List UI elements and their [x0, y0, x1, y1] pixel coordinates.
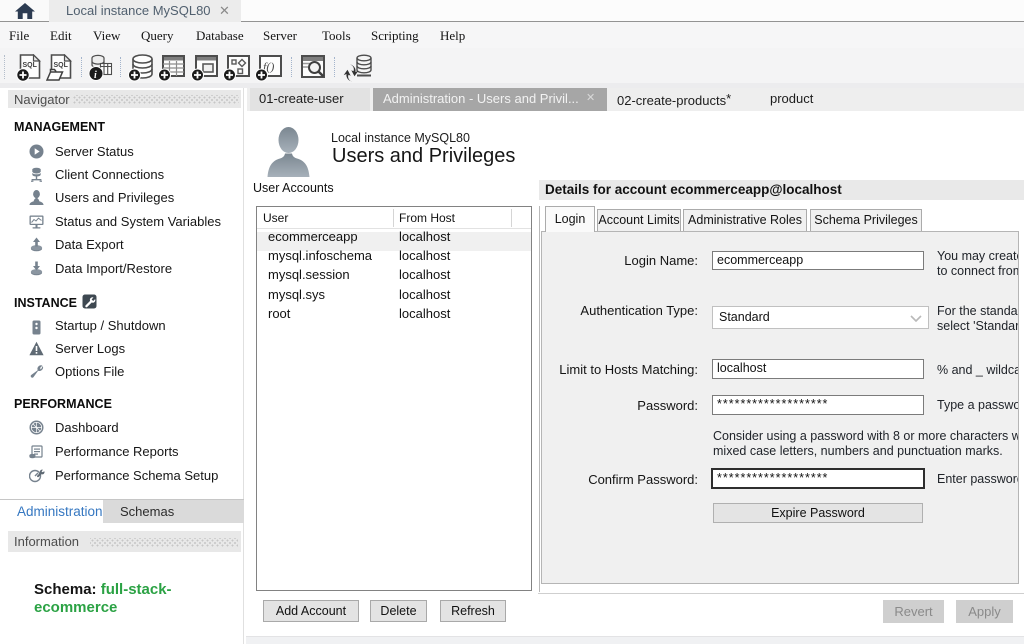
- svg-text:SQL: SQL: [23, 62, 38, 69]
- svg-text:i: i: [94, 70, 97, 81]
- svg-text:SQL: SQL: [54, 62, 69, 69]
